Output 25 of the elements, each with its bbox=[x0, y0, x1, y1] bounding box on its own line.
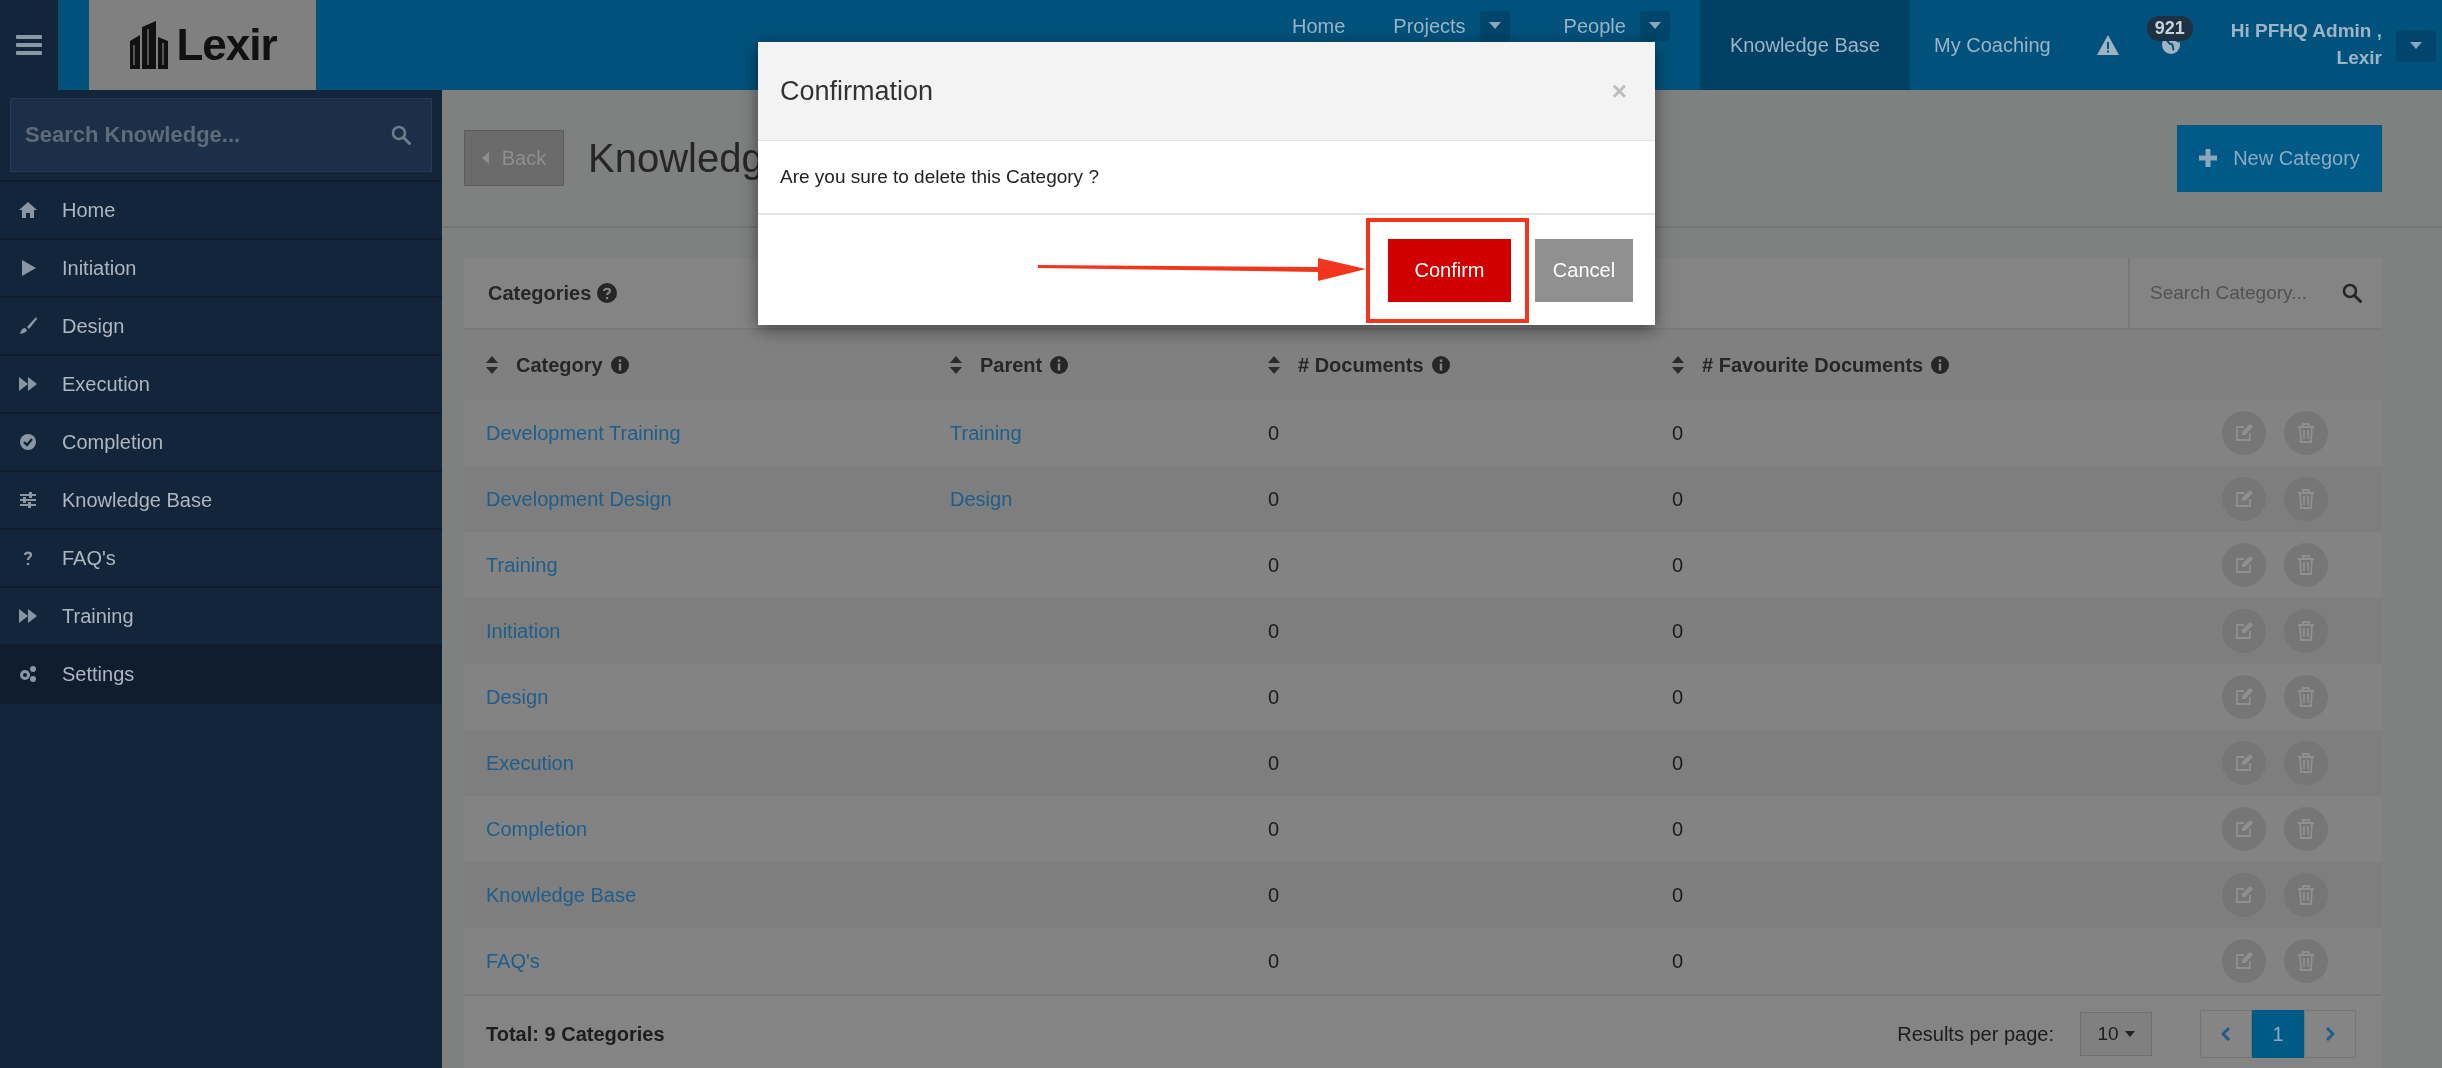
table-cell: 0 bbox=[1268, 421, 1280, 444]
table-cell: 0 bbox=[1268, 751, 1280, 774]
dialog-title: Confirmation bbox=[780, 75, 934, 107]
page-title: Knowledg bbox=[588, 135, 764, 181]
table-cell: 0 bbox=[1268, 685, 1280, 708]
table-cell: 0 bbox=[1268, 949, 1280, 972]
table-cell: 0 bbox=[1268, 883, 1280, 906]
panel-title: Categories bbox=[488, 281, 592, 305]
notification-badge: 921 bbox=[2146, 16, 2193, 41]
results-per-page-label: Results per page: bbox=[1897, 1022, 2054, 1046]
table-cell: 0 bbox=[1672, 949, 1684, 972]
table-cell: 0 bbox=[1268, 619, 1280, 642]
table-cell: 0 bbox=[1268, 817, 1280, 840]
table-cell: 0 bbox=[1672, 421, 1684, 444]
table-cell: 0 bbox=[1268, 553, 1280, 576]
table-cell: 0 bbox=[1672, 883, 1684, 906]
total-count: Total: 9 Categories bbox=[486, 1022, 665, 1046]
dialog-message: Are you sure to delete this Category ? bbox=[780, 166, 1099, 188]
table-cell: 0 bbox=[1672, 817, 1684, 840]
table-cell: 0 bbox=[1672, 751, 1684, 774]
table-cell: 0 bbox=[1672, 553, 1684, 576]
table-cell: 0 bbox=[1268, 487, 1280, 510]
table-cell: 0 bbox=[1672, 685, 1684, 708]
table-cell: 0 bbox=[1672, 487, 1684, 510]
table-cell: 0 bbox=[1672, 619, 1684, 642]
